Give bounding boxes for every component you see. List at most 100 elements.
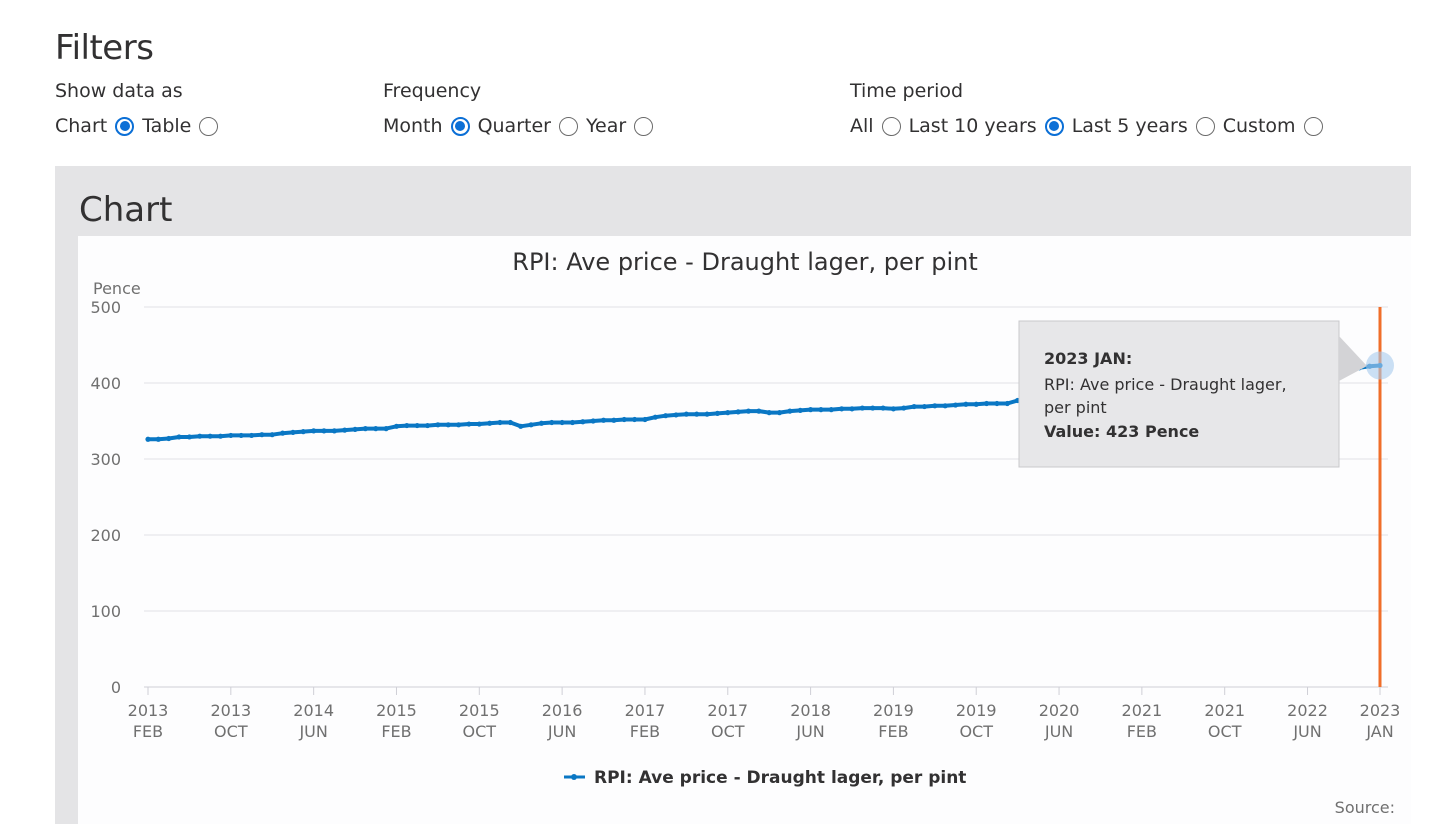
data-point[interactable] bbox=[807, 407, 814, 413]
data-point[interactable] bbox=[331, 428, 337, 434]
data-point[interactable] bbox=[538, 420, 545, 426]
data-point[interactable] bbox=[890, 406, 897, 412]
data-point[interactable] bbox=[487, 420, 493, 426]
data-point[interactable] bbox=[839, 406, 845, 412]
data-point[interactable] bbox=[176, 434, 182, 440]
data-point[interactable] bbox=[321, 428, 327, 434]
data-point[interactable] bbox=[342, 427, 348, 433]
data-point[interactable] bbox=[145, 436, 151, 442]
data-point[interactable] bbox=[694, 411, 700, 417]
data-point[interactable] bbox=[445, 422, 451, 428]
data-point[interactable] bbox=[642, 416, 648, 423]
data-point[interactable] bbox=[818, 407, 824, 413]
data-point[interactable] bbox=[207, 433, 213, 439]
data-point[interactable] bbox=[300, 429, 306, 435]
data-point[interactable] bbox=[983, 400, 990, 407]
data-point[interactable] bbox=[155, 436, 161, 442]
radio-last-10-years[interactable] bbox=[1044, 116, 1064, 136]
data-point[interactable] bbox=[383, 426, 389, 432]
option-quarter[interactable]: Quarter bbox=[478, 115, 578, 137]
data-point[interactable] bbox=[549, 419, 555, 426]
data-point[interactable] bbox=[745, 408, 752, 414]
option-last-10-years[interactable]: Last 10 years bbox=[909, 115, 1064, 137]
data-point[interactable] bbox=[269, 432, 275, 438]
data-point[interactable] bbox=[849, 406, 855, 412]
data-point[interactable] bbox=[186, 434, 193, 440]
data-point[interactable] bbox=[611, 417, 617, 423]
data-point[interactable] bbox=[528, 422, 534, 428]
option-month[interactable]: Month bbox=[383, 115, 470, 137]
data-point[interactable] bbox=[424, 422, 431, 429]
data-point[interactable] bbox=[373, 426, 379, 432]
data-point[interactable] bbox=[756, 408, 762, 414]
data-point[interactable] bbox=[828, 407, 834, 413]
data-point[interactable] bbox=[217, 433, 224, 439]
data-point[interactable] bbox=[776, 410, 783, 416]
data-point[interactable] bbox=[435, 422, 441, 428]
data-point[interactable] bbox=[683, 411, 689, 417]
data-point[interactable] bbox=[228, 432, 234, 439]
radio-chart[interactable] bbox=[115, 116, 135, 136]
data-point[interactable] bbox=[311, 428, 317, 434]
data-point[interactable] bbox=[559, 419, 565, 426]
data-point[interactable] bbox=[197, 433, 203, 439]
data-point[interactable] bbox=[404, 422, 410, 429]
data-point[interactable] bbox=[393, 423, 400, 429]
data-point[interactable] bbox=[870, 405, 876, 411]
data-point[interactable] bbox=[859, 405, 865, 411]
option-table[interactable]: Table bbox=[142, 115, 219, 137]
radio-last-5-years[interactable] bbox=[1195, 116, 1215, 136]
data-point[interactable] bbox=[932, 403, 938, 409]
data-point[interactable] bbox=[518, 423, 524, 429]
data-point[interactable] bbox=[455, 422, 462, 428]
data-point[interactable] bbox=[797, 407, 803, 413]
radio-quarter[interactable] bbox=[558, 116, 578, 136]
legend[interactable]: RPI: Ave price - Draught lager, per pint bbox=[564, 768, 966, 788]
option-last-5-years[interactable]: Last 5 years bbox=[1072, 115, 1215, 137]
data-point[interactable] bbox=[631, 416, 638, 423]
data-point[interactable] bbox=[569, 419, 576, 426]
radio-custom[interactable] bbox=[1303, 116, 1323, 136]
radio-all[interactable] bbox=[881, 116, 901, 136]
option-all[interactable]: All bbox=[850, 115, 901, 137]
data-point[interactable] bbox=[621, 416, 627, 423]
data-point[interactable] bbox=[580, 419, 586, 425]
data-point[interactable] bbox=[921, 403, 928, 410]
data-point[interactable] bbox=[673, 412, 679, 418]
option-chart[interactable]: Chart bbox=[55, 115, 135, 137]
data-point[interactable] bbox=[994, 400, 1000, 407]
data-point[interactable] bbox=[704, 411, 710, 417]
data-point[interactable] bbox=[279, 430, 286, 436]
data-point[interactable] bbox=[663, 413, 669, 419]
data-point[interactable] bbox=[466, 421, 472, 427]
radio-year[interactable] bbox=[634, 116, 654, 136]
data-point[interactable] bbox=[600, 417, 607, 423]
legend-label[interactable]: RPI: Ave price - Draught lager, per pint bbox=[594, 768, 966, 788]
data-point[interactable] bbox=[725, 410, 731, 416]
data-point[interactable] bbox=[735, 409, 741, 415]
data-point[interactable] bbox=[714, 410, 721, 416]
data-point[interactable] bbox=[901, 405, 907, 411]
option-custom[interactable]: Custom bbox=[1223, 115, 1323, 137]
data-point[interactable] bbox=[166, 435, 172, 442]
data-point[interactable] bbox=[352, 426, 358, 432]
data-point[interactable] bbox=[1004, 400, 1010, 407]
data-point[interactable] bbox=[238, 432, 244, 439]
data-point[interactable] bbox=[880, 405, 886, 411]
data-point[interactable] bbox=[973, 401, 979, 407]
data-point[interactable] bbox=[248, 432, 255, 439]
data-point[interactable] bbox=[952, 402, 959, 408]
line-chart[interactable]: RPI: Ave price - Draught lager, per pint… bbox=[78, 236, 1411, 824]
radio-table[interactable] bbox=[199, 116, 219, 136]
data-point[interactable] bbox=[787, 408, 793, 414]
data-point[interactable] bbox=[911, 403, 917, 410]
data-point[interactable] bbox=[290, 429, 296, 435]
data-point[interactable] bbox=[362, 426, 369, 432]
data-point[interactable] bbox=[942, 403, 948, 409]
data-point[interactable] bbox=[414, 422, 420, 429]
data-point[interactable] bbox=[963, 401, 969, 407]
data-point[interactable] bbox=[497, 419, 503, 426]
data-point[interactable] bbox=[507, 419, 513, 426]
data-point[interactable] bbox=[766, 410, 772, 416]
data-point[interactable] bbox=[259, 432, 265, 438]
